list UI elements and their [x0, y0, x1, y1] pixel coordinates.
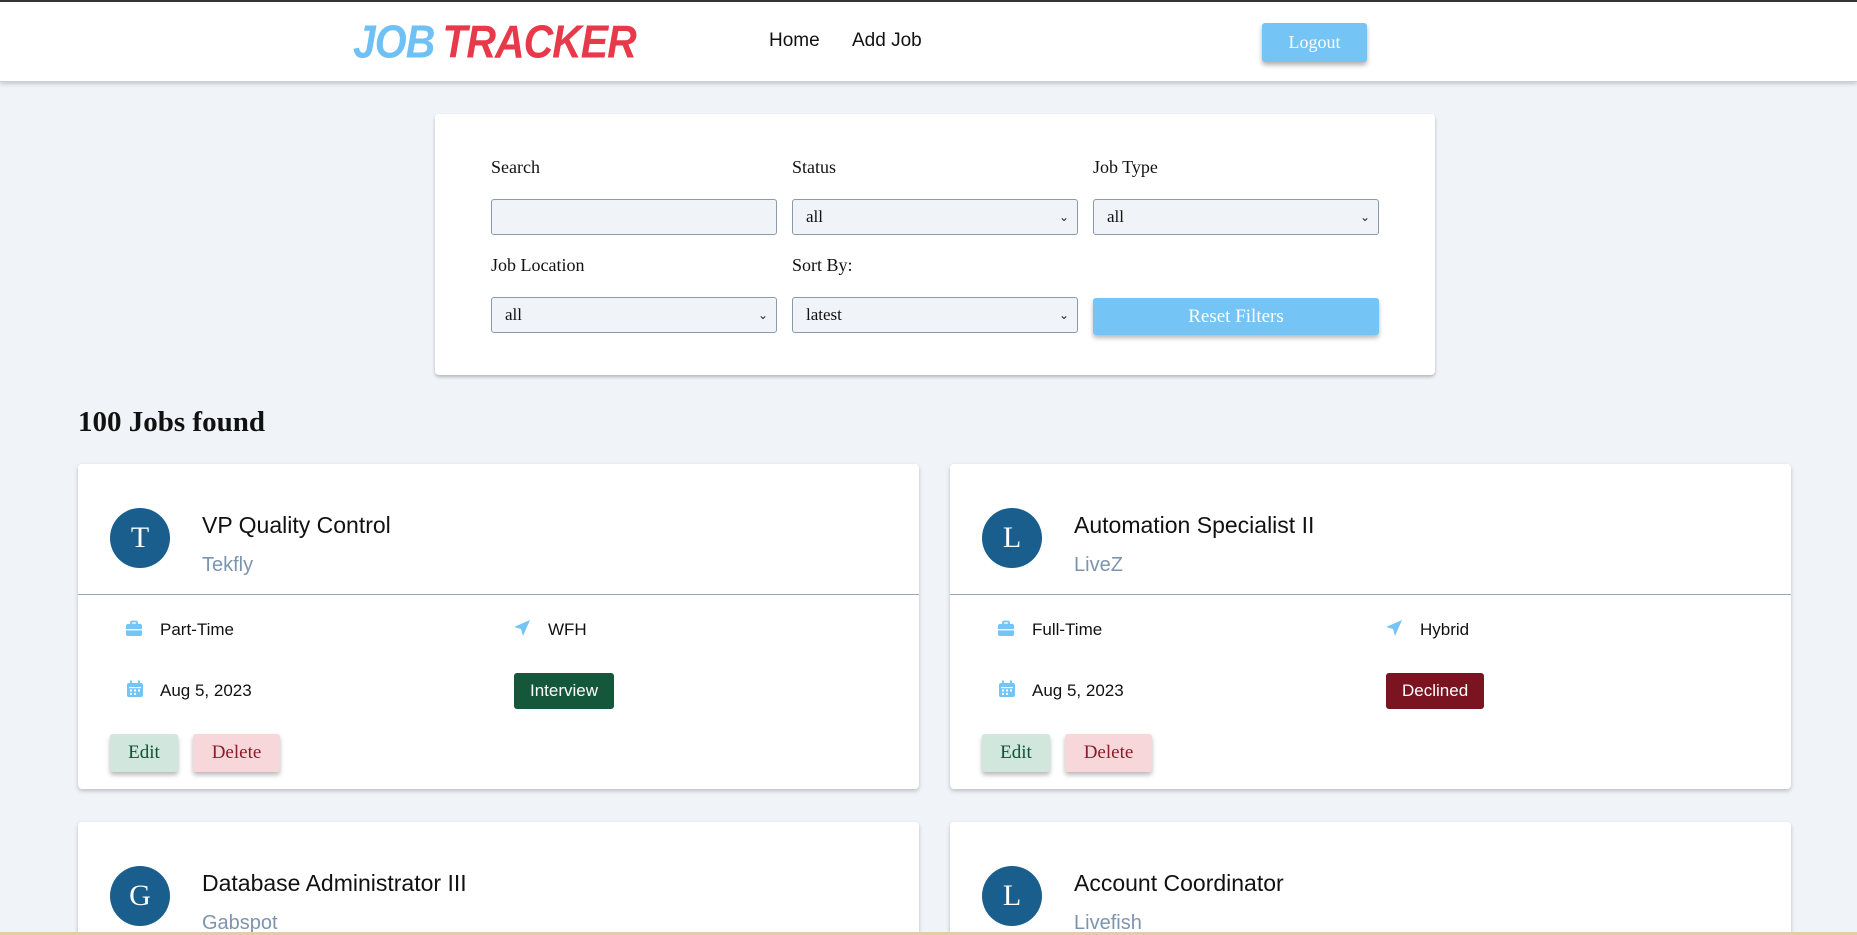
- job-type-label: Job Type: [1093, 157, 1158, 177]
- job-location-label: Job Location: [491, 255, 585, 275]
- location-arrow-icon: [514, 620, 530, 636]
- sort-by-label: Sort By:: [792, 255, 853, 275]
- filter-panel: Search Status all ⌄ Job Type all ⌄ Job L…: [435, 114, 1435, 375]
- divider: [950, 594, 1791, 595]
- chevron-down-icon: ⌄: [1058, 308, 1069, 322]
- briefcase-icon: [126, 620, 142, 636]
- job-location-select[interactable]: all ⌄: [491, 297, 777, 333]
- chevron-down-icon: ⌄: [1359, 210, 1370, 224]
- job-title: Automation Specialist II: [1074, 512, 1315, 538]
- avatar: G: [110, 866, 170, 926]
- job-card: G Database Administrator III Gabspot: [78, 822, 919, 935]
- job-title: VP Quality Control: [202, 512, 391, 538]
- search-input[interactable]: [491, 199, 777, 235]
- job-type: Part-Time: [160, 620, 234, 639]
- job-card: L Automation Specialist II LiveZ Full-Ti…: [950, 464, 1791, 789]
- status-select-value: all: [806, 207, 823, 226]
- jobs-found-heading: 100 Jobs found: [78, 406, 265, 438]
- job-title: Account Coordinator: [1074, 870, 1284, 896]
- job-card: T VP Quality Control Tekfly Part-Time WF…: [78, 464, 919, 789]
- delete-button[interactable]: Delete: [1065, 734, 1152, 772]
- edit-button[interactable]: Edit: [982, 734, 1050, 772]
- calendar-icon: [999, 680, 1015, 697]
- sort-by-select[interactable]: latest ⌄: [792, 297, 1078, 333]
- search-label: Search: [491, 157, 540, 177]
- edit-button[interactable]: Edit: [110, 734, 178, 772]
- job-location-select-value: all: [505, 305, 522, 324]
- divider: [78, 594, 919, 595]
- calendar-icon: [127, 680, 143, 697]
- job-date: Aug 5, 2023: [160, 681, 252, 700]
- delete-button[interactable]: Delete: [193, 734, 280, 772]
- logo-tracker: TRACKER: [442, 16, 636, 68]
- company-name: Tekfly: [202, 554, 254, 576]
- chevron-down-icon: ⌄: [1058, 210, 1069, 224]
- reset-filters-button[interactable]: Reset Filters: [1093, 298, 1379, 335]
- nav-link-home[interactable]: Home: [769, 30, 820, 52]
- avatar: L: [982, 508, 1042, 568]
- location-arrow-icon: [1386, 620, 1402, 636]
- logo[interactable]: JOB TRACKER: [353, 16, 637, 69]
- company-name: LiveZ: [1074, 554, 1123, 576]
- navbar: JOB TRACKER Home Add Job Logout: [0, 0, 1857, 82]
- briefcase-icon: [998, 620, 1014, 636]
- logout-button[interactable]: Logout: [1262, 23, 1367, 62]
- status-select[interactable]: all ⌄: [792, 199, 1078, 235]
- avatar: T: [110, 508, 170, 568]
- job-type-select[interactable]: all ⌄: [1093, 199, 1379, 235]
- chevron-down-icon: ⌄: [757, 308, 768, 322]
- job-location: Hybrid: [1420, 620, 1470, 639]
- status-label: Status: [792, 157, 837, 177]
- job-title: Database Administrator III: [202, 870, 467, 896]
- job-date: Aug 5, 2023: [1032, 681, 1124, 700]
- job-card: L Account Coordinator Livefish: [950, 822, 1791, 935]
- sort-by-select-value: latest: [806, 305, 842, 324]
- status-badge: Interview: [514, 673, 615, 709]
- job-type-select-value: all: [1107, 207, 1124, 226]
- job-type: Full-Time: [1032, 620, 1103, 639]
- nav-link-add-job[interactable]: Add Job: [852, 30, 922, 52]
- status-badge: Declined: [1386, 673, 1485, 709]
- job-location: WFH: [548, 620, 587, 639]
- logo-job: JOB: [353, 16, 435, 68]
- avatar: L: [982, 866, 1042, 926]
